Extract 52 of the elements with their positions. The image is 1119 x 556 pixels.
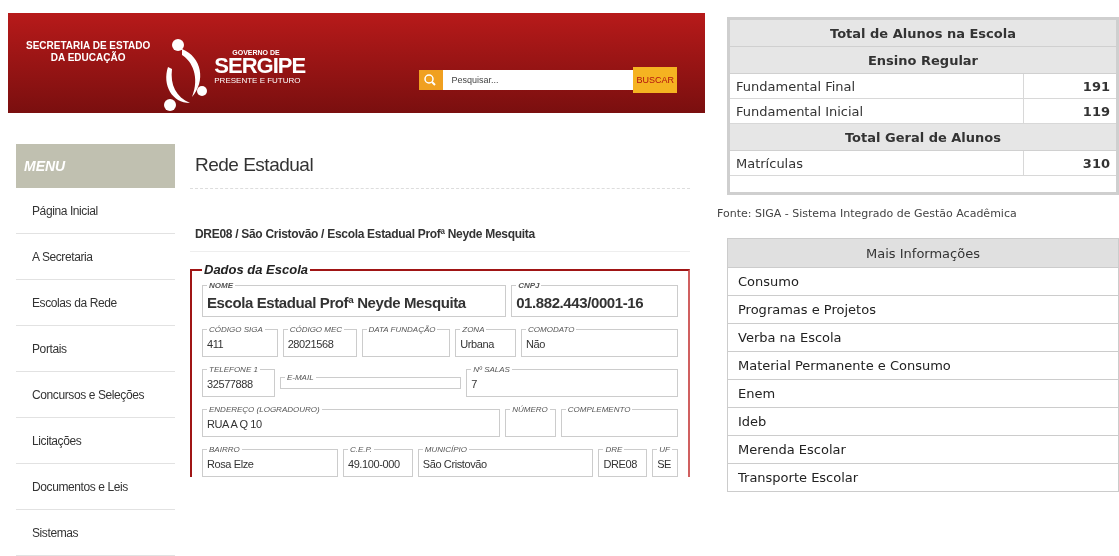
menu-title: MENU [16,144,175,188]
form-field[interactable]: CÓDIGO MEC 28021568 [282,325,357,357]
info-link[interactable]: Ideb [728,407,1118,435]
panel-legend: Dados da Escola [202,262,311,277]
form-field[interactable]: ZONA Urbana [455,325,516,357]
info-link[interactable]: Programas e Projetos [728,295,1118,323]
menu-item[interactable]: Sistemas [16,510,175,556]
menu-item[interactable]: Documentos e Leis [16,464,175,510]
menu-item[interactable]: A Secretaria [16,234,175,280]
form-field[interactable]: DATA FUNDAÇÃO [361,325,451,357]
form-field[interactable]: NÚMERO [505,405,556,437]
form-field[interactable]: CNPJ 01.882.443/0001-16 [511,281,678,317]
table-cell: Fundamental Final [728,73,1024,99]
info-link[interactable]: Consumo [728,267,1118,295]
table-cell: Matrículas [728,150,1024,176]
menu-item[interactable]: Escolas da Rede [16,280,175,326]
form-field[interactable]: ENDEREÇO (LOGRADOURO) RUA A Q 10 [202,405,501,437]
form-field[interactable]: BAIRRO Rosa Elze [202,445,338,477]
menu-item[interactable]: Portais [16,326,175,372]
table-title: Total de Alunos na Escola [728,18,1118,47]
form-field[interactable]: COMPLEMENTO [560,405,678,437]
form-field[interactable]: E-MAIL [279,373,462,389]
breadcrumb: DRE08 / São Cristovão / Escola Estadual Profª Neyde Mesquita [190,189,690,252]
section-heading: Total Geral de Alunos [728,123,1118,151]
form-field[interactable]: MUNICÍPIO São Cristovão [417,445,594,477]
menu-item[interactable]: Licitações [16,418,175,464]
info-link[interactable]: Transporte Escolar [728,463,1118,491]
page-title: Rede Estadual [190,144,690,189]
form-field[interactable]: UF SE [652,445,678,477]
logo-title: SERGIPE [214,56,306,76]
info-title: Mais Informações [728,239,1118,267]
logo-tagline: PRESENTE E FUTURO [214,76,302,85]
menu-item[interactable]: Concursos e Seleções [16,372,175,418]
section-heading: Ensino Regular [728,46,1118,74]
form-field[interactable]: NOME Escola Estadual Profª Neyde Mesquita [202,281,507,317]
search-field[interactable]: Pesquisar... [443,70,634,90]
form-field[interactable]: DRE DRE08 [598,445,648,477]
search-icon [419,70,444,90]
table-cell: Fundamental Inicial [728,98,1024,124]
info-link[interactable]: Merenda Escolar [728,435,1118,463]
form-field[interactable]: COMODATO Não [521,325,678,357]
info-link[interactable]: Material Permanente e Consumo [728,351,1118,379]
source-note: Fonte: SIGA - Sistema Integrado de Gestão Acadêmica [717,207,1018,220]
form-field[interactable]: C.E.P. 49.100-000 [342,445,413,477]
department-name: SECRETARIA DE ESTADO DA EDUCAÇÃO [26,40,151,64]
info-link[interactable]: Verba na Escola [728,323,1118,351]
info-link[interactable]: Enem [728,379,1118,407]
menu-item[interactable]: Página Inicial [16,188,175,234]
form-field[interactable]: CÓDIGO SIGA 411 [202,325,278,357]
search-button[interactable]: BUSCAR [633,67,677,93]
form-field[interactable]: Nº SALAS 7 [466,365,678,397]
form-field[interactable]: TELEFONE 1 32577888 [202,365,275,397]
